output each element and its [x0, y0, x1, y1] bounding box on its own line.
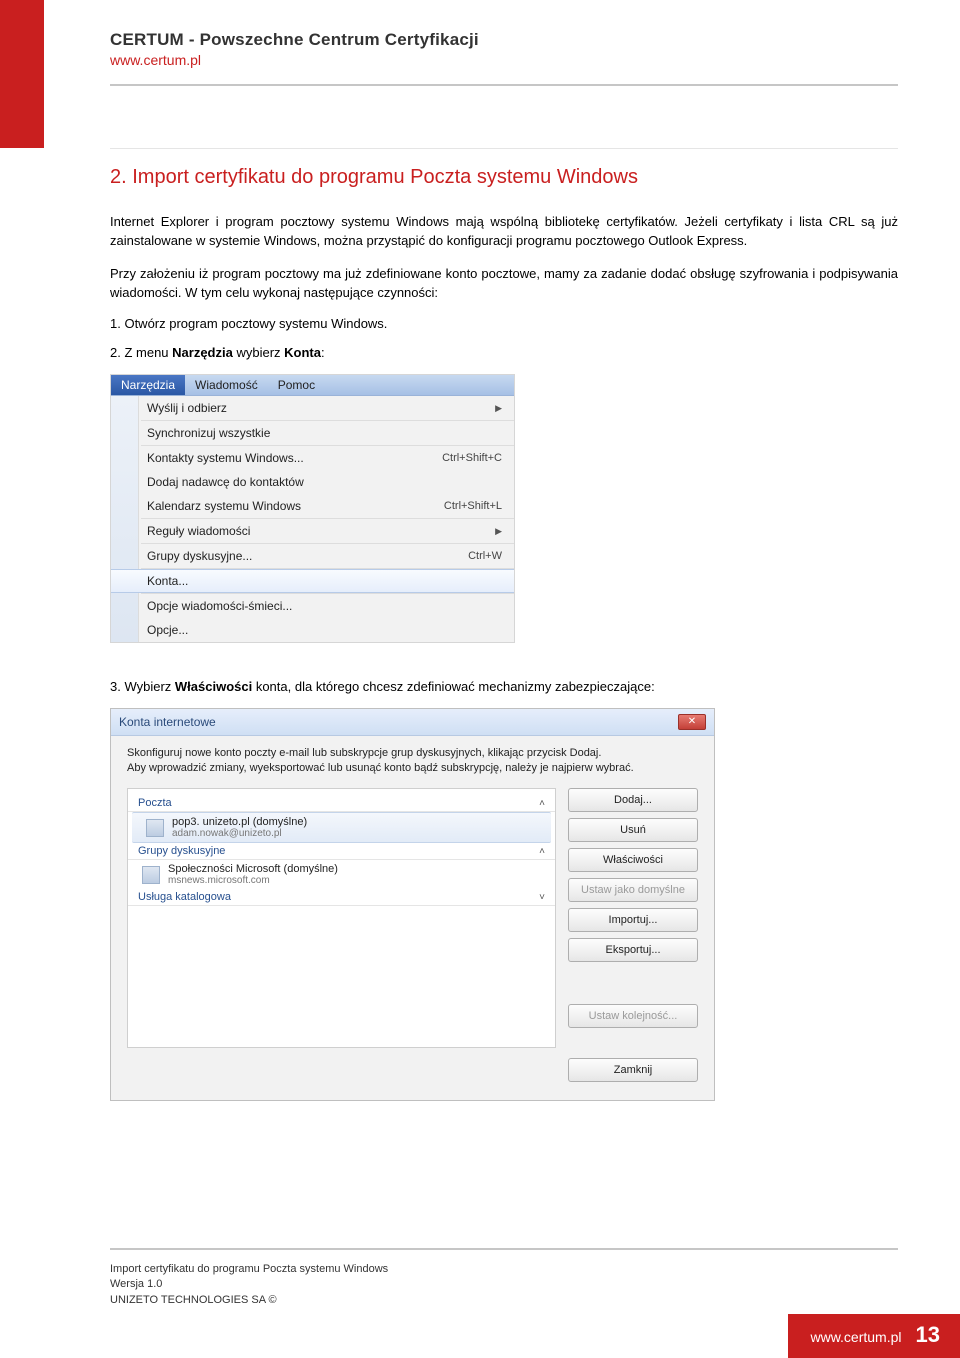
- menu-item-label: Synchronizuj wszystkie: [147, 426, 270, 440]
- submenu-arrow-icon: ▶: [495, 403, 502, 414]
- intro-para-2: Przy założeniu iż program pocztowy ma ju…: [110, 265, 898, 303]
- menu-item-shortcut: Ctrl+Shift+L: [444, 500, 502, 512]
- submenu-arrow-icon: ▶: [495, 526, 502, 537]
- menu-tab-pomoc[interactable]: Pomoc: [268, 375, 325, 395]
- set-order-button[interactable]: Ustaw kolejność...: [568, 1004, 698, 1028]
- footer-rule: [110, 1248, 898, 1250]
- add-button[interactable]: Dodaj...: [568, 788, 698, 812]
- header-rule-light: [110, 148, 898, 149]
- step-2-bold-1: Narzędzia: [172, 345, 233, 360]
- menu-tab-wiadomosc[interactable]: Wiadomość: [185, 375, 268, 395]
- menu-item-options[interactable]: Opcje...: [111, 618, 514, 642]
- news-account-icon: [142, 866, 160, 884]
- mail-account-row[interactable]: pop3. unizeto.pl (domyślne) adam.nowak@u…: [132, 812, 551, 843]
- menu-item-newsgroups[interactable]: Grupy dyskusyjne... Ctrl+W: [111, 544, 514, 568]
- step-3-pre: 3. Wybierz: [110, 679, 175, 694]
- step-3-bold: Właściwości: [175, 679, 252, 694]
- footer-line-3: UNIZETO TECHNOLOGIES SA ©: [110, 1293, 388, 1308]
- footer-text: Import certyfikatu do programu Poczta sy…: [110, 1262, 388, 1308]
- page-number: 13: [916, 1322, 940, 1348]
- step-3-post: konta, dla którego chcesz zdefiniować me…: [252, 679, 655, 694]
- menu-body: Wyślij i odbierz ▶ Synchronizuj wszystki…: [111, 396, 514, 642]
- menu-item-add-sender[interactable]: Dodaj nadawcę do kontaktów: [111, 470, 514, 494]
- mail-account-email: adam.nowak@unizeto.pl: [172, 828, 307, 839]
- header-title: CERTUM - Powszechne Centrum Certyfikacji: [110, 30, 479, 50]
- accounts-dialog-screenshot: Konta internetowe ✕ Skonfiguruj nowe kon…: [110, 708, 715, 1101]
- menu-item-contacts[interactable]: Kontakty systemu Windows... Ctrl+Shift+C: [111, 446, 514, 470]
- menu-item-junk-options[interactable]: Opcje wiadomości-śmieci...: [111, 594, 514, 618]
- menu-tabstrip: Narzędzia Wiadomość Pomoc: [111, 375, 514, 396]
- menu-item-label: Reguły wiadomości: [147, 524, 250, 538]
- section-label: Grupy dyskusyjne: [138, 845, 225, 857]
- section-label: Poczta: [138, 797, 172, 809]
- menu-item-label: Opcje wiadomości-śmieci...: [147, 599, 292, 613]
- footer-badge: www.certum.pl 13: [788, 1314, 960, 1358]
- set-default-button[interactable]: Ustaw jako domyślne: [568, 878, 698, 902]
- step-2-pre: 2. Z menu: [110, 345, 172, 360]
- step-2-post: :: [321, 345, 325, 360]
- menu-item-label: Konta...: [147, 574, 188, 588]
- news-account-name: Społeczności Microsoft (domyślne): [168, 863, 338, 875]
- menu-item-calendar[interactable]: Kalendarz systemu Windows Ctrl+Shift+L: [111, 494, 514, 518]
- account-list: Poczta ˄ pop3. unizeto.pl (domyślne) ada…: [127, 788, 556, 1048]
- step-2-mid: wybierz: [233, 345, 284, 360]
- dialog-body: Poczta ˄ pop3. unizeto.pl (domyślne) ada…: [111, 784, 714, 1100]
- menu-item-sync-all[interactable]: Synchronizuj wszystkie: [111, 421, 514, 445]
- dialog-close-button[interactable]: ✕: [678, 714, 706, 730]
- section-label: Usługa katalogowa: [138, 891, 231, 903]
- menu-item-label: Grupy dyskusyjne...: [147, 549, 252, 563]
- step-2-bold-2: Konta: [284, 345, 321, 360]
- menu-item-label: Wyślij i odbierz: [147, 401, 227, 415]
- dialog-titlebar: Konta internetowe ✕: [111, 709, 714, 736]
- menu-item-shortcut: Ctrl+W: [468, 550, 502, 562]
- dialog-desc-line-1: Skonfiguruj nowe konto poczty e-mail lub…: [127, 746, 698, 761]
- remove-button[interactable]: Usuń: [568, 818, 698, 842]
- red-sidebar: [0, 0, 44, 148]
- dialog-description: Skonfiguruj nowe konto poczty e-mail lub…: [111, 736, 714, 784]
- tools-menu-screenshot: Narzędzia Wiadomość Pomoc Wyślij i odbie…: [110, 374, 515, 643]
- import-button[interactable]: Importuj...: [568, 908, 698, 932]
- menu-tab-narzedzia[interactable]: Narzędzia: [111, 375, 185, 395]
- step-2: 2. Z menu Narzędzia wybierz Konta:: [110, 345, 898, 360]
- chevron-down-icon: ˅: [539, 892, 545, 903]
- menu-item-label: Dodaj nadawcę do kontaktów: [147, 475, 304, 489]
- account-section-directory[interactable]: Usługa katalogowa ˅: [128, 889, 555, 906]
- properties-button[interactable]: Właściwości: [568, 848, 698, 872]
- close-button[interactable]: Zamknij: [568, 1058, 698, 1082]
- menu-item-message-rules[interactable]: Reguły wiadomości ▶: [111, 519, 514, 543]
- chevron-up-icon: ˄: [539, 798, 545, 809]
- news-account-row[interactable]: Społeczności Microsoft (domyślne) msnews…: [128, 860, 555, 889]
- content-area: 2. Import certyfikatu do programu Poczta…: [110, 166, 898, 1101]
- footer-line-2: Wersja 1.0: [110, 1277, 388, 1292]
- menu-item-send-receive[interactable]: Wyślij i odbierz ▶: [111, 396, 514, 420]
- intro-para-1: Internet Explorer i program pocztowy sys…: [110, 213, 898, 251]
- news-account-server: msnews.microsoft.com: [168, 875, 338, 886]
- mail-account-name: pop3. unizeto.pl (domyślne): [172, 816, 307, 828]
- menu-item-accounts[interactable]: Konta...: [111, 569, 514, 593]
- step-3: 3. Wybierz Właściwości konta, dla któreg…: [110, 679, 898, 694]
- account-section-news[interactable]: Grupy dyskusyjne ˄: [128, 843, 555, 860]
- export-button[interactable]: Eksportuj...: [568, 938, 698, 962]
- menu-item-label: Kalendarz systemu Windows: [147, 499, 301, 513]
- menu-item-label: Opcje...: [147, 623, 188, 637]
- header-url: www.certum.pl: [110, 52, 479, 68]
- footer-url: www.certum.pl: [810, 1329, 901, 1345]
- footer-line-1: Import certyfikatu do programu Poczta sy…: [110, 1262, 388, 1277]
- section-title: 2. Import certyfikatu do programu Poczta…: [110, 166, 898, 189]
- chevron-up-icon: ˄: [539, 846, 545, 857]
- mail-account-icon: [146, 819, 164, 837]
- mail-account-text: pop3. unizeto.pl (domyślne) adam.nowak@u…: [172, 816, 307, 839]
- dialog-title: Konta internetowe: [119, 715, 216, 729]
- account-section-mail[interactable]: Poczta ˄: [128, 795, 555, 812]
- dialog-button-column: Dodaj... Usuń Właściwości Ustaw jako dom…: [568, 788, 698, 1082]
- news-account-text: Społeczności Microsoft (domyślne) msnews…: [168, 863, 338, 886]
- step-1: 1. Otwórz program pocztowy systemu Windo…: [110, 316, 898, 331]
- dialog-desc-line-2: Aby wprowadzić zmiany, wyeksportować lub…: [127, 761, 698, 776]
- header-rule: [110, 84, 898, 86]
- page-header: CERTUM - Powszechne Centrum Certyfikacji…: [110, 30, 479, 68]
- menu-item-shortcut: Ctrl+Shift+C: [442, 452, 502, 464]
- menu-item-label: Kontakty systemu Windows...: [147, 451, 304, 465]
